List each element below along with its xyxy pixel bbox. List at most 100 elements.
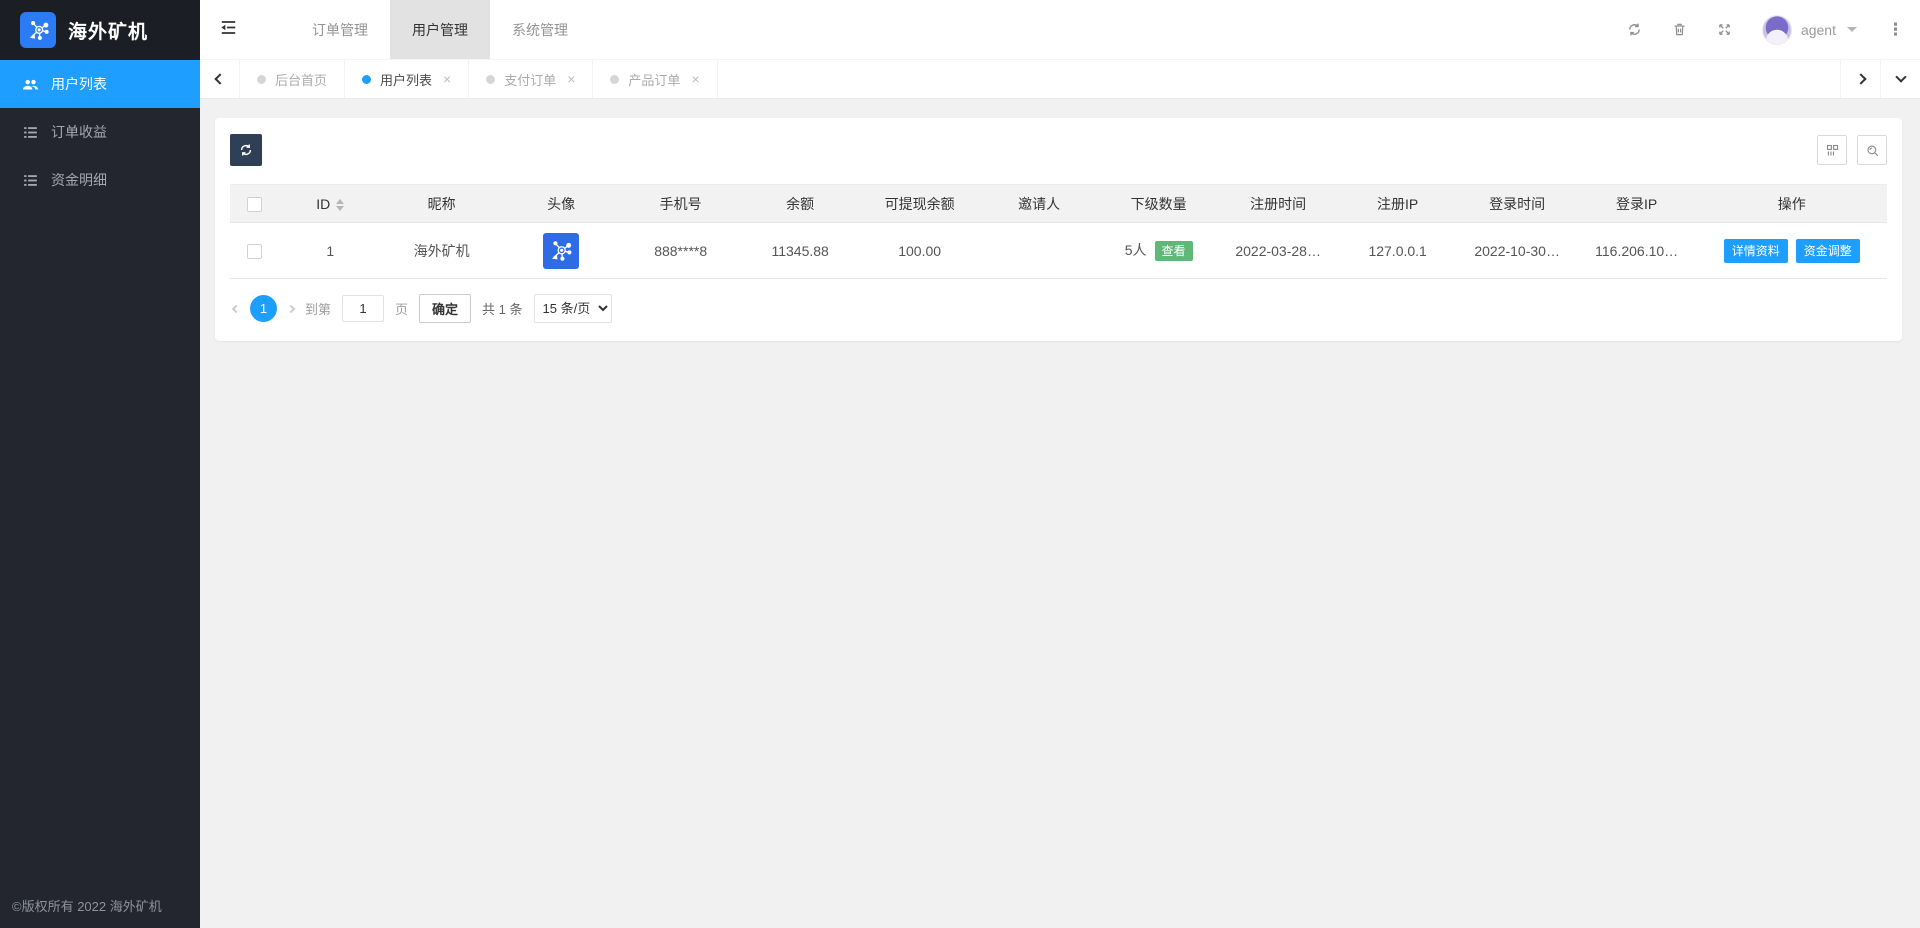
filter-columns-button[interactable] [1817, 135, 1847, 165]
tab-status-dot [257, 75, 266, 84]
top-menu-label: 系统管理 [512, 20, 568, 40]
chevron-left-icon [214, 73, 225, 84]
top-menu-item-system[interactable]: 系统管理 [490, 0, 590, 59]
app-logo[interactable]: 海外矿机 [0, 0, 200, 60]
refresh-icon[interactable] [1627, 22, 1642, 37]
fund-adjust-button[interactable]: 资金调整 [1796, 239, 1860, 263]
column-header-reg-ip: 注册IP [1338, 185, 1458, 223]
sidebar: 海外矿机 用户列表 订单收益 资 [0, 0, 200, 928]
tab-status-dot [362, 75, 371, 84]
tab-label: 用户列表 [380, 70, 432, 89]
sidebar-item-label: 资金明细 [51, 170, 107, 190]
user-list-card: ID 昵称 头像 手机号 余额 可提现余额 邀请人 下级数量 注册时间 注册IP… [215, 118, 1902, 341]
select-all-checkbox[interactable] [247, 197, 262, 212]
column-header-withdrawable: 可提现余额 [860, 185, 980, 223]
users-icon [21, 75, 39, 93]
table-toolbar [230, 134, 1887, 166]
cell-withdrawable: 100.00 [860, 223, 980, 279]
close-icon[interactable]: × [691, 72, 699, 86]
tab-status-dot [610, 75, 619, 84]
fullscreen-icon[interactable] [1717, 22, 1732, 37]
topbar-right: agent ⋮ [1627, 0, 1920, 59]
sidebar-item-order-income[interactable]: 订单收益 [0, 108, 200, 156]
cell-id: 1 [279, 223, 382, 279]
pagination: 1 到第 页 确定 共 1 条 15 条/页 [230, 294, 1887, 323]
cell-phone: 888****8 [621, 223, 741, 279]
chevron-right-icon [287, 304, 295, 312]
list-icon [21, 123, 39, 141]
cell-login-ip: 116.206.10… [1577, 223, 1697, 279]
list-icon [21, 171, 39, 189]
chevron-down-icon [1847, 27, 1857, 32]
sidebar-item-fund-detail[interactable]: 资金明细 [0, 156, 200, 204]
column-header-label: ID [316, 196, 330, 212]
next-page-button[interactable] [288, 306, 294, 312]
detail-info-button[interactable]: 详情资料 [1724, 239, 1788, 263]
cell-reg-time: 2022-03-28… [1218, 223, 1338, 279]
search-button[interactable] [1857, 135, 1887, 165]
close-icon[interactable]: × [567, 72, 575, 86]
chevron-right-icon [1855, 73, 1866, 84]
table-refresh-button[interactable] [230, 134, 262, 166]
row-checkbox[interactable] [247, 244, 262, 259]
tab-product-orders[interactable]: 产品订单 × [593, 60, 717, 98]
top-menu: 订单管理 用户管理 系统管理 [290, 0, 590, 59]
tabbar-spacer [718, 60, 1840, 98]
prev-page-button[interactable] [233, 306, 239, 312]
tab-label: 产品订单 [628, 70, 680, 89]
chevron-left-icon [232, 304, 240, 312]
tabs-scroll-right-button[interactable] [1840, 60, 1880, 98]
cell-inviter [979, 223, 1099, 279]
tab-bar: 后台首页 用户列表 × 支付订单 × 产品订单 × [200, 60, 1920, 99]
top-menu-item-users[interactable]: 用户管理 [390, 0, 490, 59]
goto-page-input[interactable] [342, 295, 384, 322]
current-page-badge[interactable]: 1 [250, 295, 277, 322]
table-row: 1 海外矿机 [230, 223, 1887, 279]
tab-dashboard[interactable]: 后台首页 [240, 60, 345, 98]
top-header: 订单管理 用户管理 系统管理 [200, 0, 1920, 60]
more-options-icon[interactable]: ⋮ [1887, 21, 1904, 38]
column-header-id[interactable]: ID [279, 185, 382, 223]
tab-user-list[interactable]: 用户列表 × [345, 60, 469, 98]
trash-icon[interactable] [1672, 22, 1687, 37]
top-menu-label: 订单管理 [312, 20, 368, 40]
sort-icon[interactable] [336, 199, 344, 211]
username: agent [1801, 22, 1836, 38]
cell-balance: 11345.88 [740, 223, 860, 279]
sidebar-item-label: 用户列表 [51, 74, 107, 94]
app-logo-icon [20, 12, 56, 48]
tabs-menu-button[interactable] [1880, 60, 1920, 98]
cell-nickname: 海外矿机 [382, 223, 502, 279]
tabs-scroll-left-button[interactable] [200, 60, 240, 98]
column-header-action: 操作 [1696, 185, 1887, 223]
subordinate-count: 5人 [1125, 242, 1147, 258]
goto-suffix-label: 页 [395, 299, 408, 318]
column-header-login-time: 登录时间 [1457, 185, 1577, 223]
top-menu-item-orders[interactable]: 订单管理 [290, 0, 390, 59]
tab-status-dot [486, 75, 495, 84]
total-count-label: 共 1 条 [482, 299, 522, 318]
sidebar-item-user-list[interactable]: 用户列表 [0, 60, 200, 108]
column-header-login-ip: 登录IP [1577, 185, 1697, 223]
user-avatar-thumbnail [543, 233, 579, 269]
chevron-down-icon [1895, 71, 1906, 82]
view-subordinates-button[interactable]: 查看 [1155, 241, 1193, 261]
goto-confirm-button[interactable]: 确定 [419, 294, 471, 323]
column-header-avatar: 头像 [501, 185, 621, 223]
user-menu[interactable]: agent [1762, 15, 1857, 45]
close-icon[interactable]: × [443, 72, 451, 86]
column-header-balance: 余额 [740, 185, 860, 223]
column-header-inviter: 邀请人 [979, 185, 1099, 223]
cell-login-time: 2022-10-30… [1457, 223, 1577, 279]
cell-subordinate: 5人查看 [1099, 223, 1219, 279]
sidebar-item-label: 订单收益 [51, 122, 107, 142]
cell-actions: 详情资料资金调整 [1696, 223, 1887, 279]
page-size-select[interactable]: 15 条/页 [534, 294, 612, 323]
tab-label: 后台首页 [275, 70, 327, 89]
tab-label: 支付订单 [504, 70, 556, 89]
column-header-reg-time: 注册时间 [1218, 185, 1338, 223]
user-table: ID 昵称 头像 手机号 余额 可提现余额 邀请人 下级数量 注册时间 注册IP… [230, 184, 1887, 279]
tab-pay-orders[interactable]: 支付订单 × [469, 60, 593, 98]
sidebar-collapse-button[interactable] [200, 0, 256, 59]
cell-reg-ip: 127.0.0.1 [1338, 223, 1458, 279]
